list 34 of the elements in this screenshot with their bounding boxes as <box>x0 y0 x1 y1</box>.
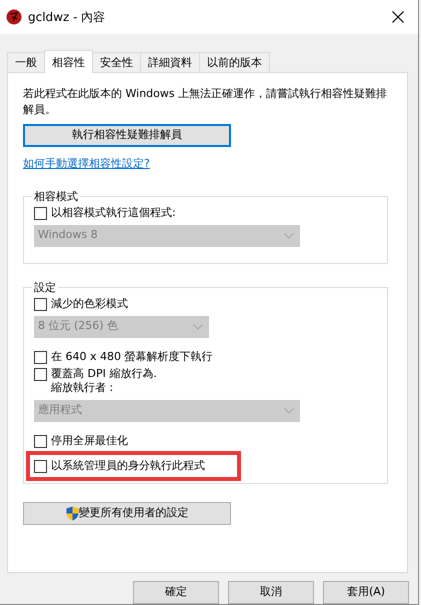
tab[interactable]: 以前的版本 <box>199 52 270 72</box>
tab[interactable]: 一般 <box>7 52 45 72</box>
window-title: gcldwz - 內容 <box>28 9 106 26</box>
checkbox-label: 在 640 x 480 螢幕解析度下執行 <box>51 350 212 364</box>
checkbox[interactable] <box>34 368 47 380</box>
group-title: 設定 <box>33 282 57 294</box>
checkbox[interactable] <box>34 206 47 220</box>
tab[interactable]: 相容性 <box>44 50 93 73</box>
dialog-button[interactable]: 套用(A) <box>323 581 409 604</box>
dropdown-value: 8 位元 (256) 色 <box>38 318 118 334</box>
checkbox[interactable] <box>34 350 47 364</box>
shield-icon <box>66 506 78 520</box>
chevron-icon <box>284 408 294 414</box>
dropdown-value: 應用程式 <box>38 402 82 418</box>
group-title: 相容模式 <box>33 190 79 202</box>
checkbox[interactable] <box>34 460 47 472</box>
chevron-icon <box>284 232 294 238</box>
description-text: 若此程式在此版本的 Windows 上無法正確運作，請嘗試執行相容性疑難排解員。 <box>23 86 388 118</box>
app-icon <box>6 9 22 25</box>
checkbox-label: 停用全屏最佳化 <box>51 434 128 448</box>
dialog-button[interactable]: 確定 <box>133 581 219 604</box>
close-icon[interactable] <box>392 11 404 23</box>
checkbox-label: 覆蓋高 DPI 縮放行為. 縮放執行者 : <box>51 366 157 394</box>
checkbox[interactable] <box>34 298 47 310</box>
checkbox-label: 減少的色彩模式 <box>51 296 128 310</box>
checkbox-label: 以相容模式執行這個程式: <box>51 206 176 220</box>
checkbox-label: 以系統管理員的身分執行此程式 <box>51 458 205 472</box>
all-users-button[interactable]: 變更所有使用者的設定 <box>23 502 231 524</box>
help-link[interactable]: 如何手動選擇相容性設定? <box>23 156 150 172</box>
dialog-button[interactable]: 取消 <box>228 581 314 604</box>
chevron-icon <box>193 324 203 330</box>
troubleshoot-button[interactable]: 執行相容性疑難排解員 <box>23 124 231 147</box>
dropdown-value: Windows 8 <box>38 227 98 244</box>
checkbox[interactable] <box>34 434 47 448</box>
